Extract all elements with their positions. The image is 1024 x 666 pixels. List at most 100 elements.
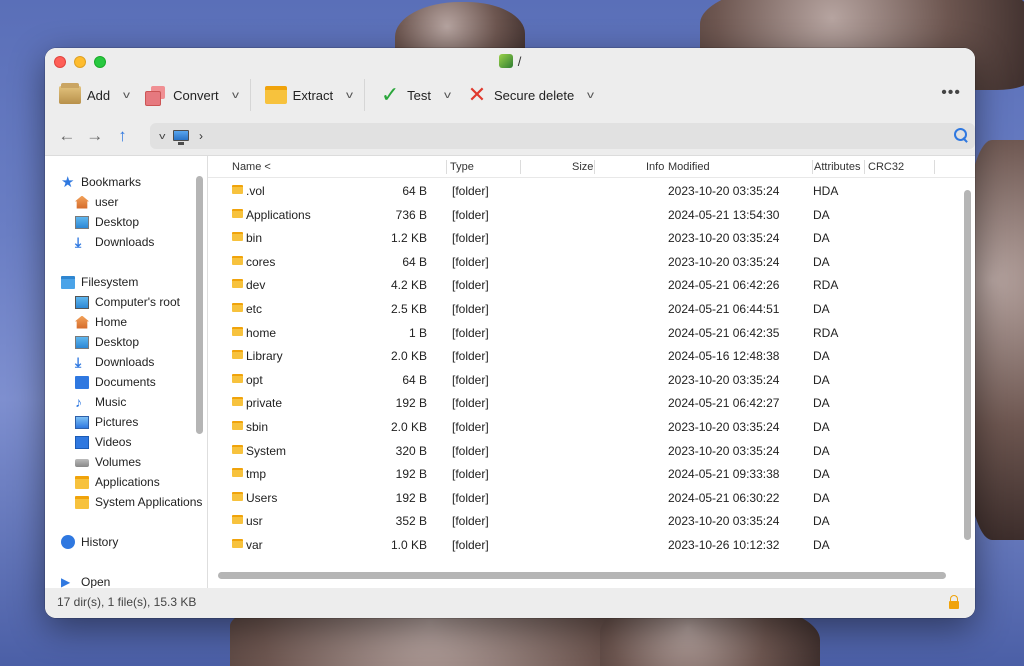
table-row[interactable]: var [folder] 1.0 KB 2023-10-26 10:12:32 DA — [208, 533, 975, 557]
folder-icon — [232, 468, 243, 478]
file-modified: 2023-10-20 03:35:24 — [668, 231, 780, 246]
sidebar-item-downloads[interactable]: ⤓ Downloads — [45, 232, 207, 252]
table-row[interactable]: private [folder] 192 B 2024-05-21 06:42:27 D… — [208, 391, 975, 415]
path-bar[interactable]: v › — [150, 122, 975, 149]
sidebar-section-filesystem[interactable]: Filesystem — [45, 272, 207, 292]
extract-dropdown-chevron-icon[interactable]: v — [346, 90, 353, 101]
column-header-type[interactable]: Type — [450, 161, 474, 173]
computer-icon[interactable] — [172, 130, 189, 145]
file-type: [folder] — [452, 278, 489, 293]
sidebar-item-system-applications[interactable]: System Applications — [45, 492, 207, 512]
back-arrow-icon[interactable]: ← — [53, 126, 81, 146]
file-size: 736 B — [395, 207, 427, 222]
checkmark-icon: ✓ — [380, 82, 400, 107]
file-modified: 2024-05-21 09:33:38 — [668, 467, 780, 482]
table-row[interactable]: Library [folder] 2.0 KB 2024-05-16 12:48:38… — [208, 344, 975, 368]
lock-icon[interactable] — [949, 595, 959, 609]
sidebar-section-open[interactable]: ▶ Open — [45, 572, 207, 588]
folder-icon — [232, 255, 243, 265]
sidebar-item-computers-root[interactable]: Computer's root — [45, 292, 207, 312]
test-dropdown-chevron-icon[interactable]: v — [444, 90, 451, 101]
column-header-attributes[interactable]: Attributes — [814, 161, 860, 173]
table-row[interactable]: usr [folder] 352 B 2023-10-20 03:35:24 DA — [208, 509, 975, 533]
column-divider[interactable] — [864, 160, 865, 174]
desktop-icon — [75, 215, 89, 229]
cross-icon: ✕ — [467, 82, 487, 107]
file-size: 1.0 KB — [390, 537, 427, 552]
file-type: [folder] — [452, 419, 489, 434]
add-dropdown-chevron-icon[interactable]: v — [123, 90, 130, 101]
column-header-info[interactable]: Info — [646, 161, 664, 173]
table-row[interactable]: cores [folder] 64 B 2023-10-20 03:35:24 DA — [208, 250, 975, 274]
sidebar-section-history[interactable]: History — [45, 532, 207, 552]
table-row[interactable]: home [folder] 1 B 2024-05-21 06:42:35 RDA — [208, 321, 975, 345]
table-row[interactable]: dev [folder] 4.2 KB 2024-05-21 06:42:26 RDA — [208, 273, 975, 297]
column-header-name[interactable]: Name < — [232, 161, 271, 173]
sidebar-item-label: Desktop — [95, 215, 140, 229]
search-icon[interactable] — [953, 127, 969, 143]
secure-delete-dropdown-chevron-icon[interactable]: v — [587, 90, 594, 101]
more-options-icon[interactable]: ••• — [941, 84, 961, 102]
column-divider[interactable] — [446, 160, 447, 174]
file-type: [folder] — [452, 184, 489, 198]
file-size: 192 B — [395, 490, 427, 505]
path-dropdown-chevron-icon[interactable]: v — [160, 131, 166, 141]
desktop-icon — [75, 335, 89, 349]
sidebar-item-label: Music — [95, 395, 127, 409]
convert-dropdown-chevron-icon[interactable]: v — [232, 90, 239, 101]
extract-button[interactable]: Extract — [261, 80, 337, 110]
column-divider[interactable] — [934, 160, 935, 174]
column-header-modified[interactable]: Modified — [668, 161, 710, 173]
vertical-scrollbar[interactable] — [964, 190, 971, 540]
column-divider[interactable] — [520, 160, 521, 174]
up-arrow-icon[interactable]: ↑ — [109, 126, 137, 146]
forward-arrow-icon[interactable]: → — [81, 126, 109, 146]
table-row[interactable]: .vol [folder] 64 B 2023-10-20 03:35:24 HDA — [208, 179, 975, 203]
folder-icon — [232, 279, 243, 289]
table-row[interactable]: System [folder] 320 B 2023-10-20 03:35:24 DA — [208, 439, 975, 463]
table-row[interactable]: bin [folder] 1.2 KB 2023-10-20 03:35:24 DA — [208, 226, 975, 250]
table-row[interactable]: Applications [folder] 736 B 2024-05-21 13:5… — [208, 203, 975, 227]
sidebar-item-applications[interactable]: Applications — [45, 472, 207, 492]
column-divider[interactable] — [594, 160, 595, 174]
file-size: 4.2 KB — [390, 278, 427, 293]
add-button[interactable]: Add — [55, 80, 114, 110]
volumes-icon — [75, 459, 89, 467]
test-button[interactable]: ✓ Test — [375, 80, 435, 110]
file-modified: 2023-10-20 03:35:24 — [668, 372, 780, 387]
file-attributes: DA — [813, 419, 830, 434]
sidebar-item-documents[interactable]: Documents — [45, 372, 207, 392]
sidebar-item-desktop[interactable]: Desktop — [45, 332, 207, 352]
column-divider[interactable] — [812, 160, 813, 174]
table-row[interactable]: tmp [folder] 192 B 2024-05-21 09:33:38 DA — [208, 462, 975, 486]
column-header-size[interactable]: Size — [572, 161, 593, 173]
sidebar-item-music[interactable]: ♪ Music — [45, 392, 207, 412]
title-bar: / — [45, 48, 975, 74]
secure-delete-button[interactable]: ✕ Secure delete — [462, 80, 578, 110]
file-name: .vol — [246, 184, 265, 198]
home-icon — [75, 195, 89, 209]
sidebar-scrollbar[interactable] — [196, 176, 203, 434]
file-type: [folder] — [452, 325, 489, 340]
table-row[interactable]: sbin [folder] 2.0 KB 2023-10-20 03:35:24 DA — [208, 415, 975, 439]
table-row[interactable]: etc [folder] 2.5 KB 2024-05-21 06:44:51 DA — [208, 297, 975, 321]
column-header-crc32[interactable]: CRC32 — [868, 161, 904, 173]
folder-icon — [232, 350, 243, 360]
sidebar-item-pictures[interactable]: Pictures — [45, 412, 207, 432]
sidebar-item-volumes[interactable]: Volumes — [45, 452, 207, 472]
sidebar-item-downloads[interactable]: ⤓ Downloads — [45, 352, 207, 372]
table-row[interactable]: Users [folder] 192 B 2024-05-21 06:30:22 DA — [208, 486, 975, 510]
sidebar-item-desktop[interactable]: Desktop — [45, 212, 207, 232]
sidebar: ★ Bookmarks user Desktop ⤓ Downloads Fil… — [45, 156, 208, 588]
table-row[interactable]: opt [folder] 64 B 2023-10-20 03:35:24 DA — [208, 368, 975, 392]
sidebar-item-label: Computer's root — [95, 295, 180, 309]
file-size: 64 B — [402, 184, 427, 198]
horizontal-scrollbar[interactable] — [218, 572, 946, 579]
sidebar-item-videos[interactable]: Videos — [45, 432, 207, 452]
sidebar-item-user[interactable]: user — [45, 192, 207, 212]
sidebar-item-home[interactable]: Home — [45, 312, 207, 332]
sidebar-section-bookmarks[interactable]: ★ Bookmarks — [45, 172, 207, 192]
convert-button[interactable]: Convert — [141, 80, 223, 110]
file-type: [folder] — [452, 514, 489, 529]
pictures-icon — [75, 415, 89, 429]
